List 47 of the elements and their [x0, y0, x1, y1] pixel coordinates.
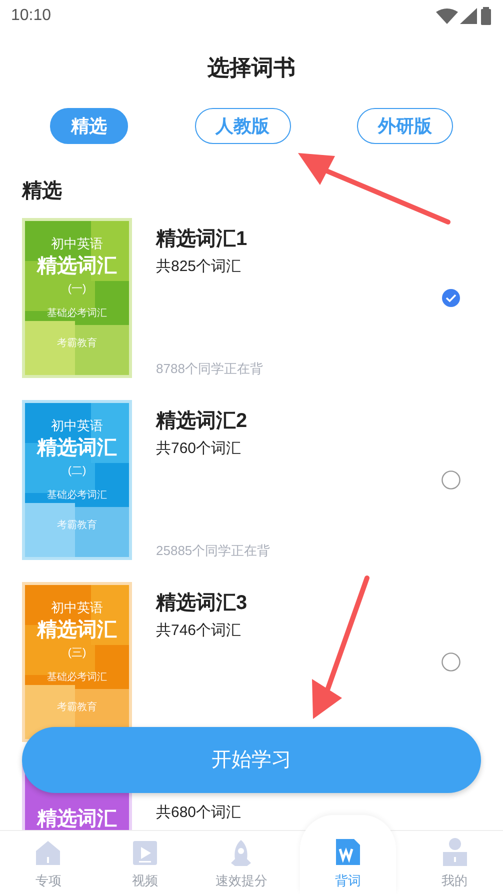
word-count: 共746个词汇	[156, 621, 242, 641]
status-time: 10:10	[11, 6, 52, 26]
page-title: 选择词书	[208, 54, 296, 82]
tab[interactable]: 精选	[50, 108, 128, 144]
nav-tab[interactable]: 背词	[300, 815, 396, 894]
cover-volume: (二)	[68, 466, 86, 477]
document-icon	[334, 836, 362, 866]
cover-volume: (一)	[68, 284, 86, 295]
radio-button[interactable]	[441, 652, 461, 672]
signal-icon	[460, 8, 478, 24]
home-icon	[34, 838, 62, 866]
cover-series: 初中英语	[51, 237, 103, 250]
radio-button[interactable]	[441, 288, 461, 308]
book-title: 精选词汇3	[156, 591, 248, 616]
cover-title: 精选词汇	[37, 438, 117, 458]
cover-publisher: 考霸教育	[57, 521, 97, 531]
reader-count: 8788个同学正在背	[156, 360, 263, 378]
play-icon	[130, 838, 159, 866]
book-title: 精选词汇1	[156, 227, 248, 252]
cover-publisher: 考霸教育	[57, 339, 97, 349]
cover-series: 初中英语	[51, 419, 103, 432]
wifi-icon	[436, 8, 458, 24]
cover-publisher: 考霸教育	[57, 703, 97, 713]
tab[interactable]: 外研版	[357, 108, 453, 144]
reader-count: 25885个同学正在背	[156, 542, 270, 560]
word-count: 共760个词汇	[156, 439, 242, 459]
cover-subtitle: 基础必考词汇	[47, 491, 107, 501]
cover-series: 初中英语	[51, 601, 103, 614]
book-title: 精选词汇2	[156, 409, 248, 434]
cover-title: 精选词汇	[37, 809, 117, 829]
cover-subtitle: 基础必考词汇	[47, 673, 107, 683]
nav-tab[interactable]: 速效提分	[193, 831, 290, 894]
start-button[interactable]: 开始学习	[22, 727, 481, 793]
nav-tab[interactable]: 视频	[96, 831, 194, 894]
cover-title: 精选词汇	[37, 620, 117, 640]
cover-subtitle: 基础必考词汇	[47, 309, 107, 319]
tab[interactable]: 人教版	[194, 108, 290, 144]
nav-tab[interactable]: 我的	[406, 831, 503, 894]
word-count: 共680个词汇	[156, 803, 242, 823]
word-count: 共825个词汇	[156, 257, 242, 277]
nav-tab[interactable]: 专项	[0, 831, 97, 894]
battery-icon	[480, 7, 492, 25]
radio-button[interactable]	[441, 470, 461, 490]
cover-title: 精选词汇	[37, 256, 117, 276]
person-icon	[440, 836, 469, 866]
cover-volume: (三)	[68, 648, 86, 659]
section-heading: 精选	[22, 179, 63, 204]
